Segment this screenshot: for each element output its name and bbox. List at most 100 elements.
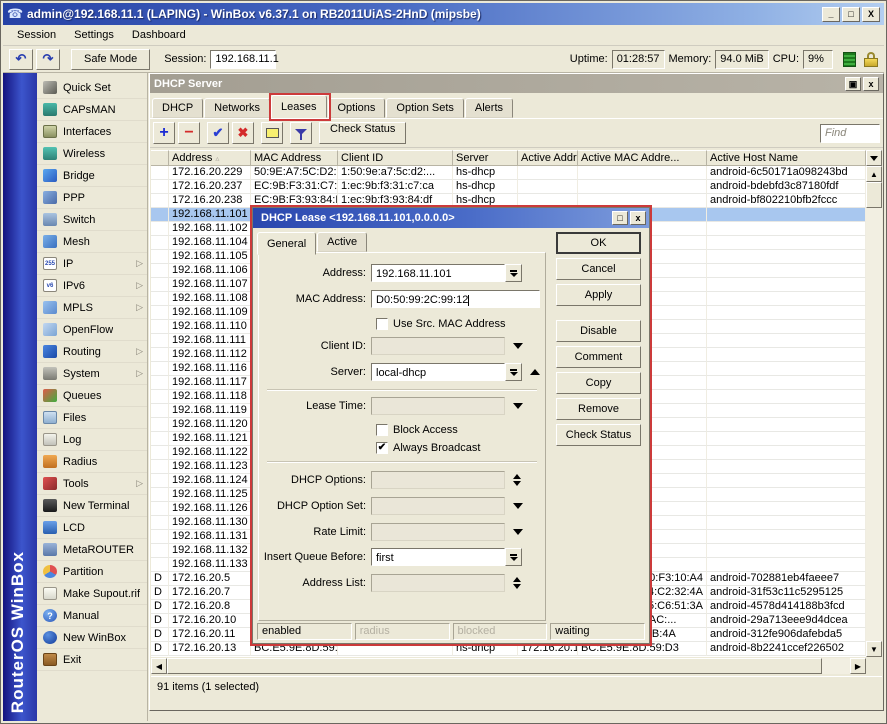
- server-input[interactable]: local-dhcp: [371, 363, 505, 381]
- lease-time-dropdown-icon[interactable]: [513, 403, 523, 409]
- sidebar-item-capsman[interactable]: CAPsMAN: [37, 99, 147, 121]
- collapse-section-icon[interactable]: [530, 369, 540, 375]
- filter-icon[interactable]: [290, 122, 312, 144]
- sidebar-item-interfaces[interactable]: Interfaces: [37, 121, 147, 143]
- ok-button[interactable]: OK: [556, 232, 641, 254]
- undo-icon[interactable]: ↶: [9, 49, 33, 70]
- horizontal-scroll-thumb[interactable]: [167, 658, 822, 674]
- scroll-down-icon[interactable]: ▼: [866, 641, 882, 657]
- sidebar-item-new-winbox[interactable]: New WinBox: [37, 627, 147, 649]
- check-status-button[interactable]: Check Status: [319, 122, 406, 144]
- safe-mode-button[interactable]: Safe Mode: [71, 49, 150, 70]
- tab-leases[interactable]: Leases: [271, 95, 326, 118]
- menu-item-settings[interactable]: Settings: [66, 27, 122, 43]
- disable-button[interactable]: Disable: [556, 320, 641, 342]
- sidebar-item-manual[interactable]: ?Manual: [37, 605, 147, 627]
- sidebar-item-partition[interactable]: Partition: [37, 561, 147, 583]
- column-header-client-id[interactable]: Client ID: [338, 150, 453, 166]
- sidebar-item-switch[interactable]: Switch: [37, 209, 147, 231]
- comment-icon[interactable]: [261, 122, 283, 144]
- vertical-scroll-thumb[interactable]: [866, 182, 882, 208]
- column-header-flags[interactable]: [151, 150, 169, 166]
- menu-item-session[interactable]: Session: [9, 27, 64, 43]
- mac-address-input[interactable]: D0:50:99:2C:99:12: [371, 290, 540, 308]
- dhcp-options-input[interactable]: [371, 471, 505, 489]
- sidebar-item-quick-set[interactable]: Quick Set: [37, 77, 147, 99]
- server-dropdown-icon[interactable]: [505, 363, 522, 381]
- sidebar-item-routing[interactable]: Routing▷: [37, 341, 147, 363]
- column-header-mac-address[interactable]: MAC Address: [251, 150, 338, 166]
- maximize-icon[interactable]: □: [612, 211, 628, 225]
- restore-icon[interactable]: ▣: [845, 77, 861, 91]
- lease-time-input[interactable]: [371, 397, 505, 415]
- check-status-button[interactable]: Check Status: [556, 424, 641, 446]
- comment-button[interactable]: Comment: [556, 346, 641, 368]
- table-row[interactable]: 172.16.20.237EC:9B:F3:31:C7:CA1:ec:9b:f3…: [151, 180, 866, 194]
- add-icon[interactable]: +: [153, 122, 175, 144]
- find-input[interactable]: Find: [820, 124, 880, 143]
- scroll-right-icon[interactable]: ▶: [850, 658, 866, 674]
- use-src-mac-checkbox[interactable]: [376, 318, 388, 330]
- minimize-icon[interactable]: _: [822, 7, 840, 22]
- block-access-checkbox[interactable]: [376, 424, 388, 436]
- tab-options[interactable]: Options: [328, 98, 386, 118]
- sidebar-item-queues[interactable]: Queues: [37, 385, 147, 407]
- vertical-scrollbar[interactable]: ▲ ▼: [866, 166, 882, 657]
- client-id-input[interactable]: [371, 337, 505, 355]
- cancel-button[interactable]: Cancel: [556, 258, 641, 280]
- dhcp-options-updown-icon[interactable]: [513, 474, 521, 486]
- enable-icon[interactable]: ✔: [207, 122, 229, 144]
- insert-queue-before-input[interactable]: first: [371, 548, 505, 566]
- tab-alerts[interactable]: Alerts: [465, 98, 513, 118]
- copy-button[interactable]: Copy: [556, 372, 641, 394]
- table-row[interactable]: 172.16.20.22950:9E:A7:5C:D2:BB1:50:9e:a7…: [151, 166, 866, 180]
- sidebar-item-openflow[interactable]: OpenFlow: [37, 319, 147, 341]
- sidebar-item-ppp[interactable]: PPP: [37, 187, 147, 209]
- address-input[interactable]: 192.168.11.101: [371, 264, 505, 282]
- close-icon[interactable]: x: [863, 77, 879, 91]
- tab-networks[interactable]: Networks: [204, 98, 270, 118]
- apply-button[interactable]: Apply: [556, 284, 641, 306]
- close-icon[interactable]: x: [630, 211, 646, 225]
- dialog-tab-active[interactable]: Active: [317, 232, 367, 252]
- always-broadcast-checkbox[interactable]: ✔: [376, 442, 388, 454]
- column-header-active-mac-addre-[interactable]: Active MAC Addre...: [578, 150, 707, 166]
- sidebar-item-metarouter[interactable]: MetaROUTER: [37, 539, 147, 561]
- insert-queue-before-dropdown-icon[interactable]: [505, 548, 522, 566]
- sidebar-item-radius[interactable]: Radius: [37, 451, 147, 473]
- address-list-updown-icon[interactable]: [513, 577, 521, 589]
- sidebar-item-log[interactable]: Log: [37, 429, 147, 451]
- column-select-dropdown-icon[interactable]: [866, 150, 882, 166]
- sidebar-item-lcd[interactable]: LCD: [37, 517, 147, 539]
- dialog-tab-general[interactable]: General: [257, 232, 316, 255]
- sidebar-item-mpls[interactable]: MPLS▷: [37, 297, 147, 319]
- remove-icon[interactable]: −: [178, 122, 200, 144]
- address-dropdown-icon[interactable]: [505, 264, 522, 282]
- tab-option-sets[interactable]: Option Sets: [386, 98, 463, 118]
- sidebar-item-tools[interactable]: Tools▷: [37, 473, 147, 495]
- traffic-graph-icon[interactable]: [843, 52, 856, 67]
- sidebar-item-exit[interactable]: Exit: [37, 649, 147, 671]
- client-id-dropdown-icon[interactable]: [513, 343, 523, 349]
- close-icon[interactable]: X: [862, 7, 880, 22]
- column-header-active-addr-[interactable]: Active Addr...▵: [518, 150, 578, 166]
- sidebar-item-ip[interactable]: 255IP▷: [37, 253, 147, 275]
- tab-dhcp[interactable]: DHCP: [152, 98, 203, 118]
- maximize-icon[interactable]: □: [842, 7, 860, 22]
- redo-icon[interactable]: ↷: [36, 49, 60, 70]
- sidebar-item-mesh[interactable]: Mesh: [37, 231, 147, 253]
- menu-item-dashboard[interactable]: Dashboard: [124, 27, 194, 43]
- sidebar-item-files[interactable]: Files: [37, 407, 147, 429]
- horizontal-scrollbar[interactable]: ◀ ▶: [151, 658, 866, 674]
- address-list-input[interactable]: [371, 574, 505, 592]
- remove-button[interactable]: Remove: [556, 398, 641, 420]
- dhcp-option-set-dropdown-icon[interactable]: [513, 503, 523, 509]
- sidebar-item-bridge[interactable]: Bridge: [37, 165, 147, 187]
- rate-limit-input[interactable]: [371, 523, 505, 541]
- disable-icon[interactable]: ✖: [232, 122, 254, 144]
- scroll-up-icon[interactable]: ▲: [866, 166, 882, 182]
- sidebar-item-system[interactable]: System▷: [37, 363, 147, 385]
- scroll-left-icon[interactable]: ◀: [151, 658, 167, 674]
- sidebar-item-make-supout-rif[interactable]: Make Supout.rif: [37, 583, 147, 605]
- column-header-address[interactable]: Address▵: [169, 150, 251, 166]
